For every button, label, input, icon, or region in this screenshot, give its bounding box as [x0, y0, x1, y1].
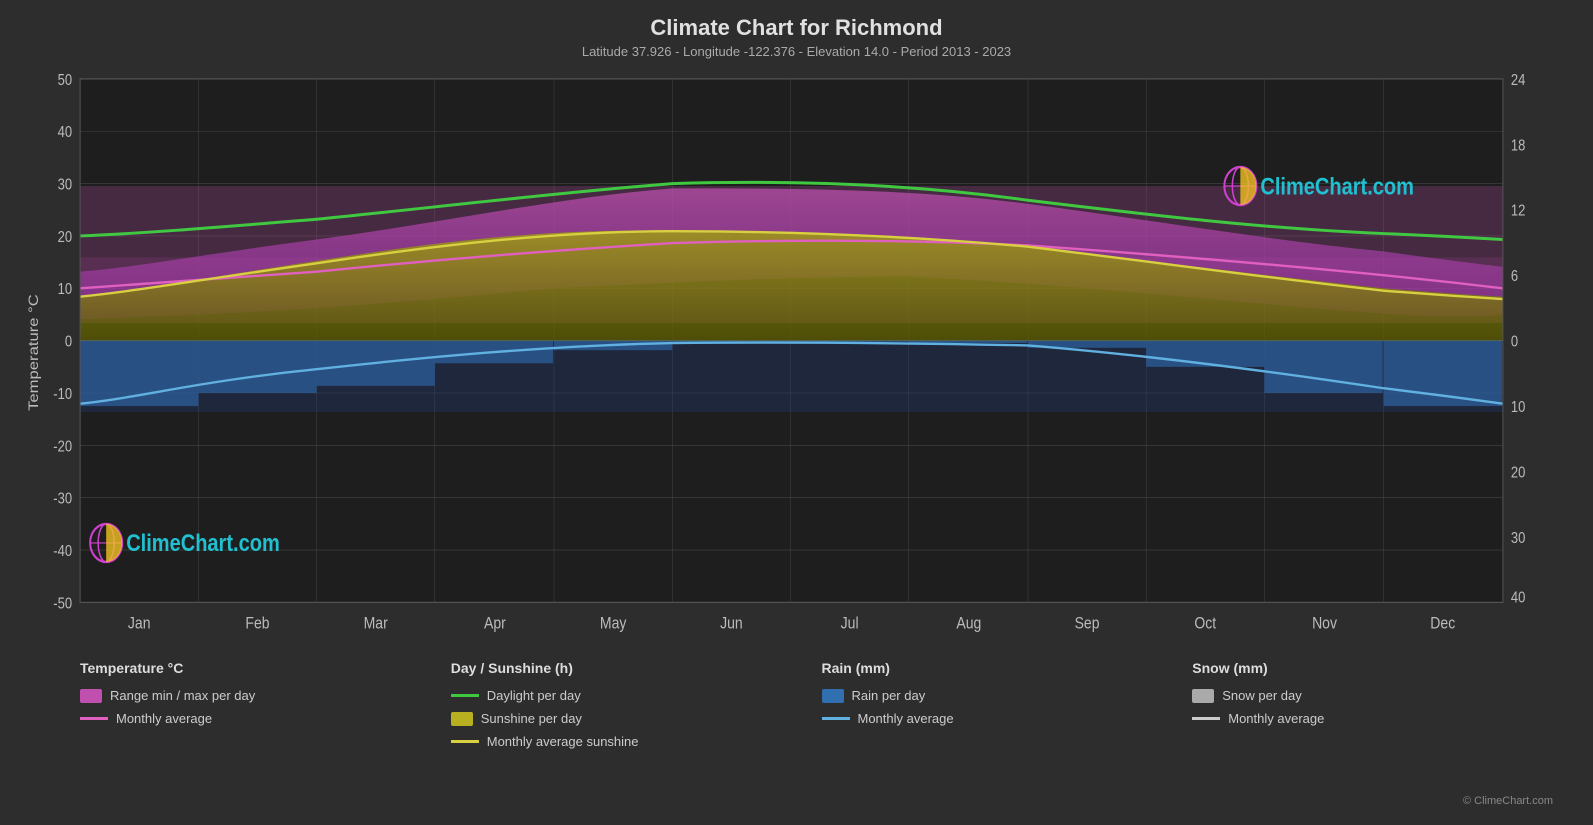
legend-swatch-rain	[822, 689, 844, 703]
x-axis-months: Jan Feb Mar Apr May Jun Jul Aug Sep Oct …	[128, 615, 1456, 633]
svg-text:Aug: Aug	[956, 615, 981, 633]
legend-label-snow: Snow per day	[1222, 688, 1302, 703]
legend-line-rain-avg	[822, 717, 850, 720]
legend-area: Temperature °C Range min / max per day M…	[20, 655, 1573, 815]
chart-title: Climate Chart for Richmond	[20, 15, 1573, 41]
legend-col-temperature: Temperature °C Range min / max per day M…	[80, 660, 451, 813]
y-left-label: Temperature °C	[26, 294, 41, 411]
legend-item-daylight: Daylight per day	[451, 688, 822, 703]
legend-label-rain: Rain per day	[852, 688, 926, 703]
legend-title-temp: Temperature °C	[80, 660, 451, 676]
svg-text:Oct: Oct	[1194, 615, 1216, 633]
y-axis-right-top: 24 18 12 6 0	[1511, 72, 1526, 351]
svg-text:May: May	[600, 615, 627, 633]
svg-text:40: 40	[58, 124, 73, 141]
legend-line-temp-avg	[80, 717, 108, 720]
svg-text:18: 18	[1511, 137, 1526, 154]
y-axis-left: 50 40 30 20 10 0 -10 -20 -30 -40 -50	[53, 72, 72, 613]
svg-text:Feb: Feb	[245, 615, 269, 633]
page-container: Climate Chart for Richmond Latitude 37.9…	[0, 0, 1593, 825]
legend-item-rain: Rain per day	[822, 688, 1193, 703]
legend-label-snow-avg: Monthly average	[1228, 711, 1324, 726]
legend-title-snow: Snow (mm)	[1192, 660, 1563, 676]
legend-label-sunshine-avg: Monthly average sunshine	[487, 734, 639, 749]
legend-col-snow: Snow (mm) Snow per day Monthly average	[1192, 660, 1563, 813]
legend-title-sunshine: Day / Sunshine (h)	[451, 660, 822, 676]
legend-item-rain-avg: Monthly average	[822, 711, 1193, 726]
svg-text:12: 12	[1511, 203, 1526, 220]
logo-top-right: ClimeChart.com	[1224, 167, 1414, 205]
legend-swatch-sunshine	[451, 712, 473, 726]
legend-item-snow-avg: Monthly average	[1192, 711, 1563, 726]
legend-swatch-temp-range	[80, 689, 102, 703]
svg-text:Dec: Dec	[1430, 615, 1455, 633]
chart-subtitle: Latitude 37.926 - Longitude -122.376 - E…	[20, 44, 1573, 59]
legend-item-sunshine: Sunshine per day	[451, 711, 822, 726]
legend-title-rain: Rain (mm)	[822, 660, 1193, 676]
legend-line-daylight	[451, 694, 479, 697]
legend-swatch-snow	[1192, 689, 1214, 703]
legend-label-rain-avg: Monthly average	[858, 711, 954, 726]
svg-text:Sep: Sep	[1075, 615, 1100, 633]
svg-text:10: 10	[58, 281, 73, 298]
svg-text:Jan: Jan	[128, 615, 151, 633]
legend-item-sunshine-avg: Monthly average sunshine	[451, 734, 822, 749]
svg-text:30: 30	[58, 177, 73, 194]
svg-text:ClimeChart.com: ClimeChart.com	[126, 530, 280, 557]
legend-label-daylight: Daylight per day	[487, 688, 581, 703]
svg-text:0: 0	[65, 334, 72, 351]
legend-col-rain: Rain (mm) Rain per day Monthly average	[822, 660, 1193, 813]
legend-label-temp-avg: Monthly average	[116, 711, 212, 726]
svg-text:-20: -20	[53, 438, 72, 455]
svg-text:Jul: Jul	[841, 615, 859, 633]
svg-text:-50: -50	[53, 595, 72, 612]
svg-text:ClimeChart.com: ClimeChart.com	[1260, 173, 1414, 200]
svg-text:50: 50	[58, 72, 73, 89]
chart-svg-container: 50 40 30 20 10 0 -10 -20 -30 -40 -50 Tem…	[20, 67, 1573, 650]
svg-text:40: 40	[1511, 589, 1526, 606]
data-layers	[80, 182, 1503, 412]
svg-text:0: 0	[1511, 334, 1518, 351]
legend-label-temp-range: Range min / max per day	[110, 688, 255, 703]
legend-col-sunshine: Day / Sunshine (h) Daylight per day Suns…	[451, 660, 822, 813]
legend-line-snow-avg	[1192, 717, 1220, 720]
legend-label-sunshine: Sunshine per day	[481, 711, 582, 726]
legend-item-temp-range: Range min / max per day	[80, 688, 451, 703]
svg-text:Mar: Mar	[364, 615, 388, 633]
svg-text:10: 10	[1511, 399, 1526, 416]
svg-text:6: 6	[1511, 268, 1518, 285]
svg-text:-30: -30	[53, 491, 72, 508]
svg-text:20: 20	[1511, 464, 1526, 481]
svg-text:20: 20	[58, 229, 73, 246]
y-axis-right-bottom: 10 20 30 40	[1511, 399, 1526, 607]
svg-text:24: 24	[1511, 72, 1526, 89]
svg-text:-10: -10	[53, 386, 72, 403]
svg-text:Apr: Apr	[484, 615, 506, 633]
legend-item-temp-avg: Monthly average	[80, 711, 451, 726]
main-chart-svg: 50 40 30 20 10 0 -10 -20 -30 -40 -50 Tem…	[20, 67, 1573, 650]
svg-text:Nov: Nov	[1312, 615, 1337, 633]
svg-text:30: 30	[1511, 530, 1526, 547]
legend-line-sunshine-avg	[451, 740, 479, 743]
svg-text:Jun: Jun	[720, 615, 743, 633]
svg-text:-40: -40	[53, 543, 72, 560]
logo-bottom-left: ClimeChart.com	[90, 524, 280, 562]
chart-area: 50 40 30 20 10 0 -10 -20 -30 -40 -50 Tem…	[20, 67, 1573, 650]
legend-item-snow: Snow per day	[1192, 688, 1563, 703]
copyright: © ClimeChart.com	[1463, 795, 1553, 807]
